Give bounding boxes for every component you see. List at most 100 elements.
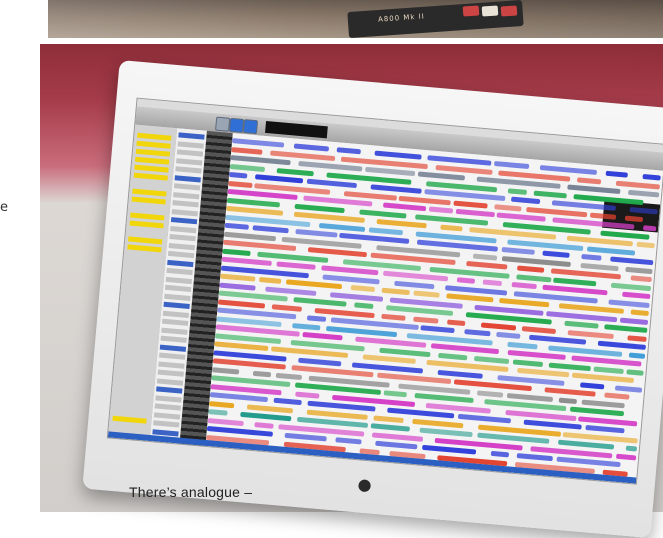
region-list-item[interactable] (137, 132, 172, 141)
audio-region[interactable] (209, 400, 235, 408)
audio-region[interactable] (619, 317, 649, 325)
audio-region[interactable] (515, 273, 552, 282)
track-name[interactable] (162, 318, 189, 326)
track-name[interactable] (155, 394, 182, 403)
audio-region[interactable] (252, 225, 289, 234)
audio-region[interactable] (628, 351, 646, 359)
audio-region[interactable] (413, 290, 441, 298)
audio-region[interactable] (229, 171, 248, 179)
audio-region[interactable] (495, 331, 521, 339)
region-list-item[interactable] (131, 196, 166, 205)
region-list-item[interactable] (135, 156, 170, 165)
track-name[interactable] (171, 208, 198, 216)
audio-region[interactable] (473, 253, 498, 261)
audio-region[interactable] (564, 320, 599, 329)
audio-region[interactable] (516, 453, 553, 462)
track-name[interactable] (172, 200, 199, 208)
audio-region[interactable] (521, 325, 557, 334)
audio-region[interactable] (350, 285, 376, 293)
region-list-item[interactable] (136, 140, 171, 149)
audio-region[interactable] (420, 325, 455, 334)
track-name[interactable] (170, 225, 197, 233)
audio-region[interactable] (273, 397, 302, 406)
audio-region[interactable] (453, 200, 489, 209)
track-name[interactable] (175, 166, 202, 174)
audio-region[interactable] (533, 190, 567, 198)
audio-region[interactable] (456, 277, 475, 284)
track-name[interactable] (159, 344, 187, 352)
audio-region[interactable] (511, 282, 537, 290)
track-name[interactable] (173, 183, 201, 191)
audio-region[interactable] (624, 215, 644, 222)
audio-region[interactable] (368, 226, 404, 235)
audio-region[interactable] (626, 368, 644, 376)
audio-region[interactable] (590, 212, 617, 220)
track-name[interactable] (161, 327, 188, 335)
audio-region[interactable] (605, 170, 628, 178)
audio-region[interactable] (581, 253, 602, 261)
track-name[interactable] (154, 403, 181, 411)
track-name[interactable] (167, 250, 195, 259)
audio-region[interactable] (630, 275, 652, 283)
track-name[interactable] (165, 276, 193, 284)
audio-region[interactable] (446, 319, 466, 326)
audio-region[interactable] (627, 189, 660, 198)
track-name[interactable] (156, 386, 183, 394)
audio-region[interactable] (579, 381, 605, 389)
track-name[interactable] (177, 140, 204, 149)
audio-region[interactable] (577, 176, 602, 184)
tool-button[interactable] (215, 116, 231, 132)
track-name[interactable] (169, 234, 196, 242)
audio-region[interactable] (212, 366, 240, 375)
track-name[interactable] (178, 132, 205, 140)
region-list-item[interactable] (133, 172, 168, 181)
track-name[interactable] (166, 267, 193, 276)
track-name[interactable] (156, 377, 184, 386)
audio-region[interactable] (231, 146, 263, 155)
audio-region[interactable] (207, 417, 244, 426)
region-list-item[interactable] (128, 236, 163, 245)
audio-region[interactable] (480, 321, 517, 331)
audio-region[interactable] (507, 187, 528, 195)
audio-region[interactable] (413, 316, 439, 324)
audio-region[interactable] (476, 389, 504, 398)
audio-region[interactable] (224, 222, 249, 230)
region-list-item[interactable] (132, 188, 167, 197)
track-name[interactable] (173, 191, 200, 199)
track-name[interactable] (176, 157, 203, 166)
audio-region[interactable] (272, 303, 303, 312)
tool-button[interactable] (242, 119, 259, 135)
audio-region[interactable] (229, 163, 265, 172)
audio-region[interactable] (506, 341, 538, 349)
audio-region[interactable] (512, 358, 544, 367)
region-list-item[interactable] (127, 244, 162, 253)
region-list-item[interactable] (112, 415, 147, 424)
audio-region[interactable] (642, 173, 661, 181)
track-name[interactable] (160, 335, 187, 343)
audio-region[interactable] (627, 334, 647, 342)
audio-region[interactable] (630, 309, 649, 317)
region-list-item[interactable] (134, 164, 169, 173)
audio-region[interactable] (335, 437, 362, 445)
audio-region[interactable] (337, 147, 361, 155)
audio-region[interactable] (494, 161, 529, 170)
track-name[interactable] (158, 361, 185, 369)
audio-region[interactable] (294, 391, 320, 399)
audio-region[interactable] (219, 282, 256, 291)
track-name[interactable] (163, 301, 190, 309)
track-name[interactable] (174, 174, 201, 182)
audio-region[interactable] (208, 409, 228, 416)
audio-region[interactable] (380, 313, 406, 321)
track-name[interactable] (153, 411, 181, 420)
audio-region[interactable] (501, 246, 536, 255)
track-name[interactable] (170, 217, 198, 225)
audio-region[interactable] (428, 206, 453, 214)
audio-region[interactable] (276, 167, 314, 176)
audio-region[interactable] (220, 273, 256, 282)
track-name[interactable] (176, 149, 204, 157)
audio-region[interactable] (490, 450, 510, 458)
audio-region[interactable] (258, 276, 282, 284)
audio-region[interactable] (483, 279, 502, 287)
track-name[interactable] (168, 242, 196, 250)
audio-region[interactable] (510, 196, 540, 205)
